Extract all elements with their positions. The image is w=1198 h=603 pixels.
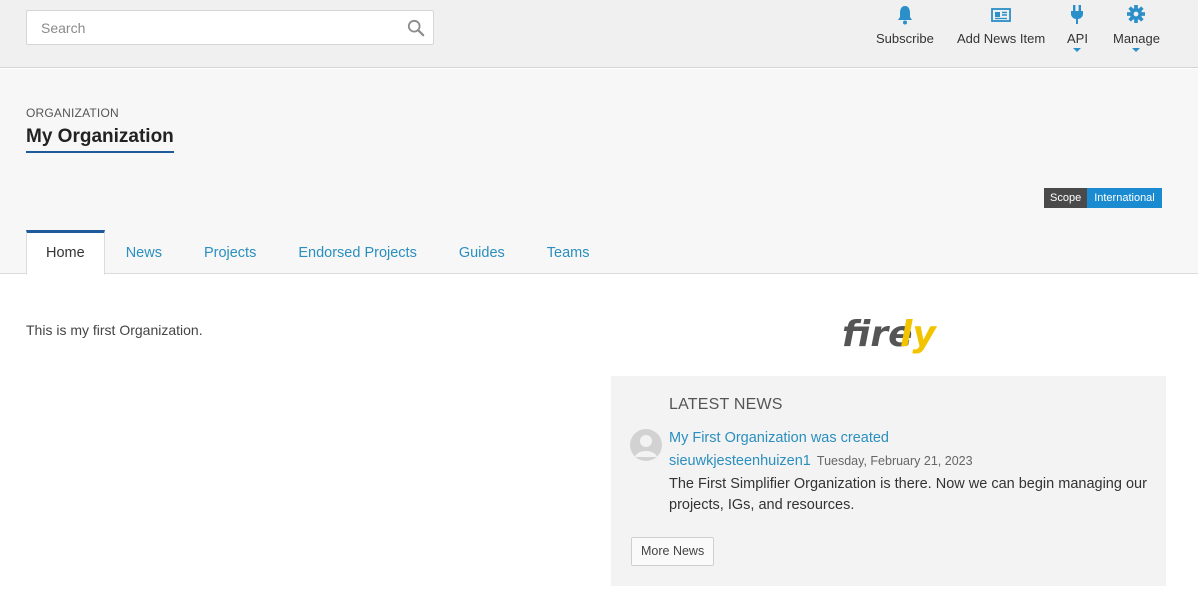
- tab-bar: Home News Projects Endorsed Projects Gui…: [26, 230, 611, 275]
- logo-text-accent: ly: [900, 314, 937, 355]
- news-item-date: Tuesday, February 21, 2023: [816, 454, 973, 468]
- avatar: [630, 429, 662, 461]
- search-icon[interactable]: [407, 19, 425, 37]
- scope-badge-value: International: [1087, 188, 1162, 208]
- subscribe-button[interactable]: Subscribe: [876, 4, 934, 46]
- organization-header: ORGANIZATION My Organization Scope Inter…: [0, 69, 1198, 275]
- gear-icon: [1127, 5, 1146, 23]
- search-input[interactable]: [27, 11, 387, 44]
- bell-icon: [897, 6, 912, 25]
- latest-news-heading: LATEST NEWS: [669, 396, 783, 413]
- manage-label: Manage: [1113, 31, 1160, 46]
- manage-menu[interactable]: Manage: [1113, 4, 1160, 52]
- tab-projects[interactable]: Projects: [183, 230, 277, 274]
- search-box: [26, 10, 434, 45]
- tab-home[interactable]: Home: [26, 230, 105, 275]
- scope-badge: Scope International: [1044, 188, 1162, 208]
- tab-endorsed-projects[interactable]: Endorsed Projects: [277, 230, 437, 274]
- news-item-meta: sieuwkjesteenhuizen1 Tuesday, February 2…: [669, 453, 973, 469]
- organization-description: This is my first Organization.: [26, 322, 203, 338]
- newspaper-icon: [991, 8, 1011, 22]
- api-menu[interactable]: API: [1067, 4, 1088, 52]
- chevron-down-icon: [1132, 48, 1141, 52]
- scope-badge-key: Scope: [1044, 188, 1088, 208]
- plug-icon: [1071, 5, 1084, 24]
- firely-logo: fire ly: [842, 314, 937, 355]
- add-news-item-label: Add News Item: [957, 31, 1046, 46]
- tab-teams[interactable]: Teams: [526, 230, 611, 274]
- page-title: My Organization: [26, 126, 174, 153]
- news-item-author-link[interactable]: sieuwkjesteenhuizen1: [669, 453, 811, 469]
- top-bar: Subscribe Add News Item API: [0, 0, 1198, 68]
- latest-news-panel: LATEST NEWS My First Organization was cr…: [611, 376, 1166, 586]
- news-item-title-link[interactable]: My First Organization was created: [669, 430, 889, 446]
- chevron-down-icon: [1073, 48, 1082, 52]
- api-label: API: [1067, 31, 1088, 46]
- more-news-button[interactable]: More News: [631, 537, 715, 566]
- page-kicker: ORGANIZATION: [26, 106, 119, 120]
- tab-news[interactable]: News: [105, 230, 183, 274]
- add-news-item-button[interactable]: Add News Item: [957, 4, 1045, 46]
- subscribe-label: Subscribe: [876, 31, 934, 46]
- tab-guides[interactable]: Guides: [438, 230, 526, 274]
- news-item-body: The First Simplifier Organization is the…: [669, 476, 1147, 513]
